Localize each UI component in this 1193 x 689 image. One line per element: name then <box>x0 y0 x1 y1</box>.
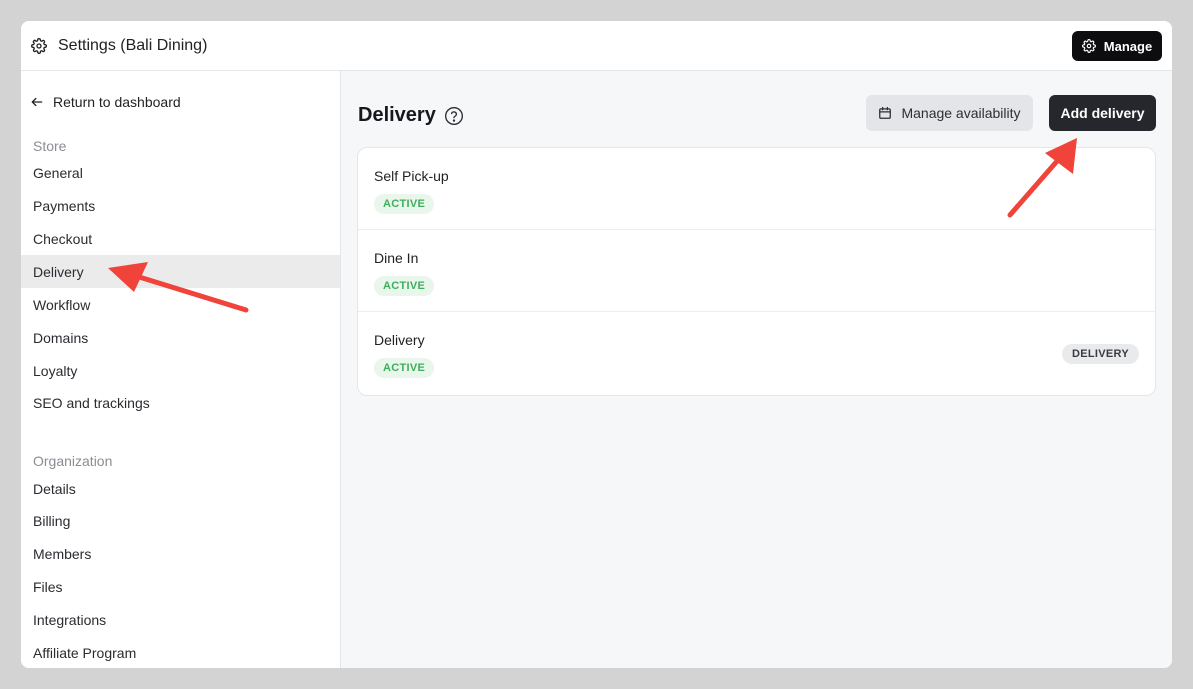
sidebar-item-workflow[interactable]: Workflow <box>21 288 340 321</box>
section-label-store: Store <box>33 138 67 154</box>
window-title: Settings (Bali Dining) <box>58 37 208 54</box>
status-badge: ACTIVE <box>374 276 435 296</box>
sidebar-item-delivery[interactable]: Delivery <box>21 255 340 288</box>
sidebar-item-seo-and-trackings[interactable]: SEO and trackings <box>21 386 340 419</box>
top-bar: Settings (Bali Dining) Manage <box>21 21 1172 71</box>
manage-availability-button[interactable]: Manage availability <box>866 95 1033 131</box>
sidebar-item-details[interactable]: Details <box>21 472 340 505</box>
list-item[interactable]: Self Pick-up ACTIVE <box>358 148 1155 230</box>
delivery-method-name: Self Pick-up <box>374 168 449 184</box>
list-item[interactable]: Dine In ACTIVE <box>358 230 1155 312</box>
status-badge: ACTIVE <box>374 194 435 214</box>
sidebar-item-domains[interactable]: Domains <box>21 321 340 354</box>
delivery-method-name: Delivery <box>374 332 425 348</box>
list-item[interactable]: Delivery ACTIVE DELIVERY <box>358 312 1155 394</box>
type-badge: DELIVERY <box>1061 344 1139 364</box>
return-to-dashboard-label: Return to dashboard <box>53 94 181 110</box>
manage-button[interactable]: Manage <box>1072 31 1162 61</box>
main-content: Delivery Manage availability Add deliver… <box>341 71 1172 668</box>
sidebar-item-files[interactable]: Files <box>21 570 340 603</box>
settings-sidebar: Return to dashboard Store General Paymen… <box>21 71 341 668</box>
sidebar-item-payments[interactable]: Payments <box>21 189 340 222</box>
return-to-dashboard-link[interactable]: Return to dashboard <box>30 93 181 111</box>
add-delivery-button[interactable]: Add delivery <box>1049 95 1156 131</box>
status-badge: ACTIVE <box>374 358 435 378</box>
gear-icon <box>1081 39 1096 53</box>
sidebar-item-billing[interactable]: Billing <box>21 504 340 537</box>
sidebar-item-loyalty[interactable]: Loyalty <box>21 354 340 387</box>
sidebar-item-checkout[interactable]: Checkout <box>21 222 340 255</box>
settings-window: Settings (Bali Dining) Manage Return to … <box>21 21 1172 668</box>
manage-availability-label: Manage availability <box>901 105 1021 121</box>
delivery-method-name: Dine In <box>374 250 419 266</box>
sidebar-item-integrations[interactable]: Integrations <box>21 603 340 636</box>
sidebar-item-members[interactable]: Members <box>21 537 340 570</box>
gear-icon <box>31 38 47 54</box>
page-title: Delivery <box>358 104 464 127</box>
page-title-text: Delivery <box>358 104 436 126</box>
sidebar-item-general[interactable]: General <box>21 156 340 189</box>
arrow-left-icon <box>31 97 43 107</box>
delivery-methods-list: Self Pick-up ACTIVE Dine In ACTIVE Deliv… <box>357 147 1156 396</box>
help-circle-icon[interactable] <box>444 106 464 126</box>
manage-button-label: Manage <box>1103 38 1153 54</box>
calendar-icon <box>879 106 892 119</box>
section-label-organization: Organization <box>33 453 113 469</box>
sidebar-item-affiliate-program[interactable]: Affiliate Program <box>21 636 340 668</box>
